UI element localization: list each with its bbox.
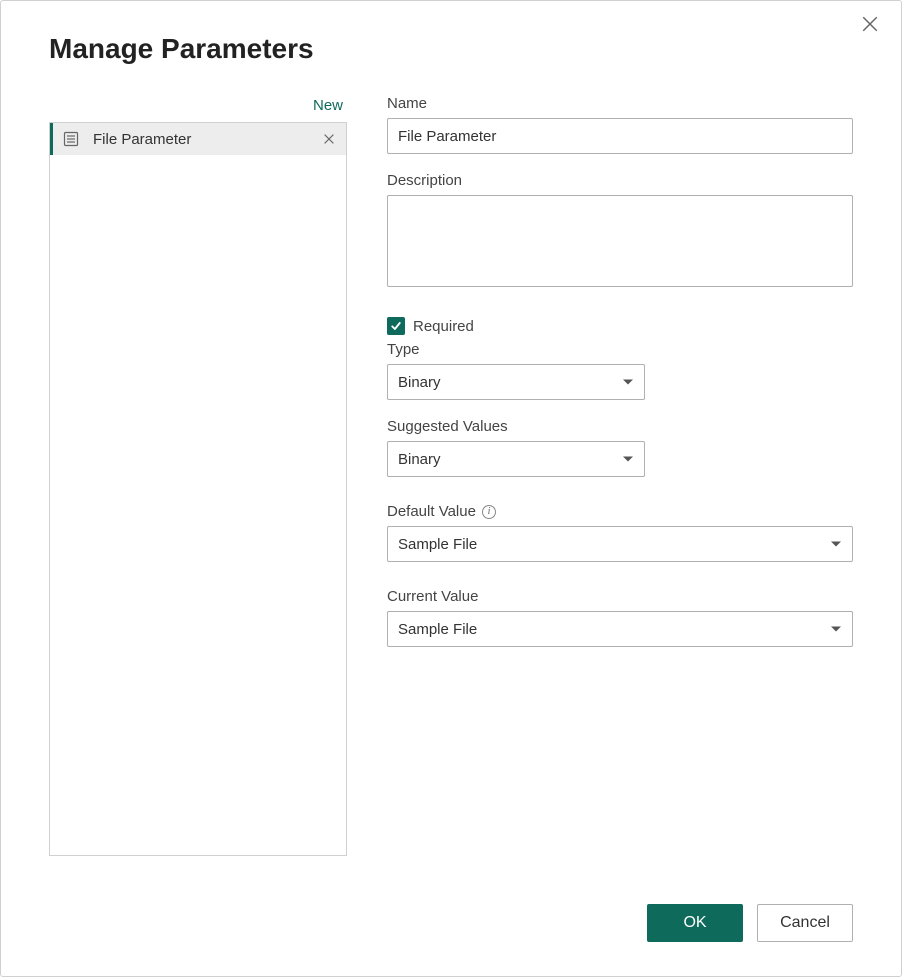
suggested-values-dropdown[interactable]: Binary [387,441,645,477]
required-checkbox[interactable] [387,317,405,335]
info-icon[interactable]: i [482,505,496,519]
default-value-label: Default Value i [387,503,853,520]
parameter-icon [61,129,81,149]
parameter-list-item[interactable]: File Parameter [50,123,346,155]
required-row: Required [387,317,853,335]
type-label: Type [387,341,853,358]
default-value-dropdown[interactable]: Sample File [387,526,853,562]
current-value-dropdown[interactable]: Sample File [387,611,853,647]
name-label: Name [387,95,853,112]
name-input[interactable] [387,118,853,154]
required-label: Required [413,318,474,335]
chevron-down-icon [622,376,634,388]
delete-parameter-icon[interactable] [320,130,338,148]
parameter-form: Name Description Required Type Binary [387,95,853,856]
manage-parameters-dialog: Manage Parameters New File Parameter [0,0,902,977]
parameter-list-pane: New File Parameter [49,95,347,856]
cancel-button[interactable]: Cancel [757,904,853,942]
suggested-values-label: Suggested Values [387,418,853,435]
current-value-dropdown-value: Sample File [398,621,477,638]
new-parameter-link[interactable]: New [49,95,347,122]
type-dropdown[interactable]: Binary [387,364,645,400]
current-value-label: Current Value [387,588,853,605]
dialog-content: New File Parameter [49,95,853,856]
ok-button[interactable]: OK [647,904,743,942]
chevron-down-icon [622,453,634,465]
dialog-footer: OK Cancel [647,904,853,942]
type-dropdown-value: Binary [398,374,441,391]
default-value-dropdown-value: Sample File [398,536,477,553]
parameter-list: File Parameter [49,122,347,856]
dialog-title: Manage Parameters [49,33,314,65]
description-input[interactable] [387,195,853,287]
description-label: Description [387,172,853,189]
parameter-item-label: File Parameter [93,131,320,148]
chevron-down-icon [830,623,842,635]
close-icon[interactable] [861,15,881,35]
chevron-down-icon [830,538,842,550]
suggested-values-dropdown-value: Binary [398,451,441,468]
